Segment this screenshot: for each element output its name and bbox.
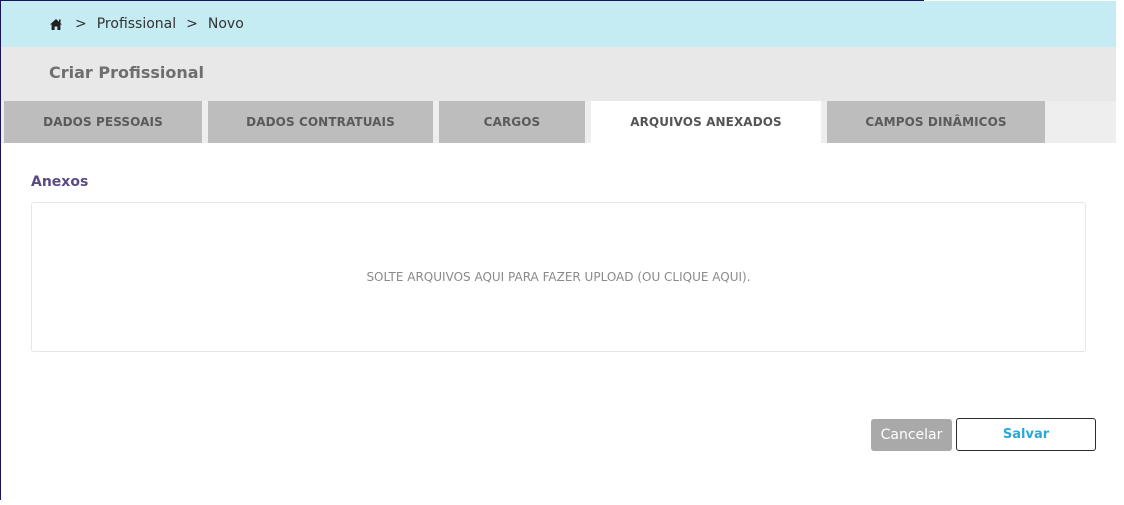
breadcrumb-separator: >	[186, 16, 198, 32]
dropzone-text: SOLTE ARQUIVOS AQUI PARA FAZER UPLOAD (O…	[366, 270, 751, 284]
breadcrumb: > Profissional > Novo	[1, 1, 1116, 47]
breadcrumb-item-novo: Novo	[207, 16, 244, 32]
app-frame: > Profissional > Novo Criar Profissional…	[0, 0, 1124, 505]
breadcrumb-item-profissional[interactable]: Profissional	[97, 16, 176, 32]
tab-campos-dinamicos[interactable]: CAMPOS DINÂMICOS	[827, 101, 1045, 143]
save-button[interactable]: Salvar	[956, 418, 1096, 451]
tab-arquivos-anexados[interactable]: ARQUIVOS ANEXADOS	[591, 101, 821, 143]
tab-bar: DADOS PESSOAIS DADOS CONTRATUAIS CARGOS …	[1, 101, 1116, 143]
attachments-section-label: Anexos	[31, 174, 89, 190]
breadcrumb-separator: >	[75, 16, 87, 32]
tab-dados-pessoais[interactable]: DADOS PESSOAIS	[4, 101, 202, 143]
home-icon[interactable]	[49, 18, 63, 31]
tab-cargos[interactable]: CARGOS	[439, 101, 585, 143]
tab-dados-contratuais[interactable]: DADOS CONTRATUAIS	[208, 101, 433, 143]
file-upload-dropzone[interactable]: SOLTE ARQUIVOS AQUI PARA FAZER UPLOAD (O…	[31, 202, 1086, 352]
cancel-button[interactable]: Cancelar	[871, 419, 952, 451]
page-header: Criar Profissional	[1, 47, 1116, 101]
page-title: Criar Profissional	[49, 63, 205, 82]
